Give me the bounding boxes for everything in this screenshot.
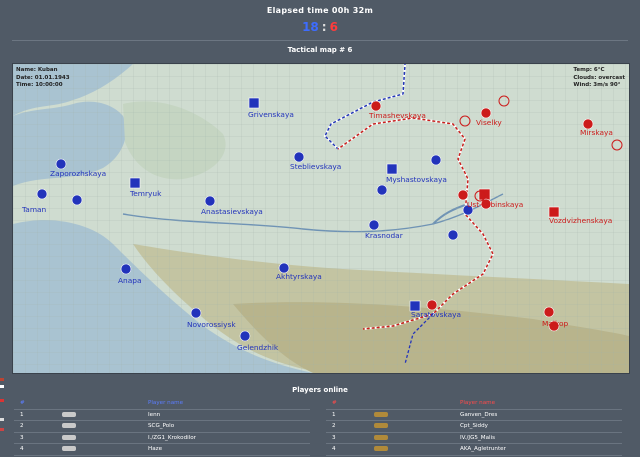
map-time: Time: 10:00:00: [16, 82, 63, 88]
table-row[interactable]: 3 IV./JG5_Malis: [326, 433, 622, 444]
table-header: # Player name: [326, 398, 622, 410]
flag-icon: [0, 418, 4, 421]
town-label[interactable]: Gelendzhik: [237, 343, 278, 352]
town-label[interactable]: Maikop: [542, 319, 568, 328]
score-separator: :: [321, 20, 327, 34]
town-label[interactable]: Taman: [22, 205, 46, 214]
map-info-left: Name: Kuban Date: 01.01.1943 Time: 10:00…: [16, 67, 70, 90]
divider: [12, 40, 628, 41]
blue-players-table: # Player name 1 Ienn 2 SCG_Polo 3 I./ZG1…: [14, 398, 310, 456]
red-players-table: # Player name 1 Ganven_Dres 2 Cpt_Siddy …: [326, 398, 622, 456]
rank-badge-icon: [374, 411, 388, 417]
rank-badge-icon: [374, 434, 388, 440]
town-label[interactable]: Steblievskaya: [290, 162, 341, 171]
town-label[interactable]: Anastasievskaya: [201, 207, 263, 216]
town-label[interactable]: Mirskaya: [580, 128, 613, 137]
table-row[interactable]: 1 Ienn: [14, 410, 310, 421]
score-red: 6: [329, 20, 338, 34]
table-row[interactable]: 2 SCG_Polo: [14, 421, 310, 433]
rank-badge-icon: [62, 446, 76, 452]
town-label[interactable]: Saratovskaya: [411, 310, 461, 319]
town-label[interactable]: Myshastovskaya: [386, 175, 447, 184]
town-label[interactable]: Ust-Labinskaya: [467, 200, 523, 209]
players-online-title: Players online: [292, 386, 348, 394]
town-label[interactable]: Novorossiysk: [187, 320, 236, 329]
town-label[interactable]: Grivenskaya: [248, 110, 294, 119]
table-row[interactable]: 1 Ganven_Dres: [326, 410, 622, 421]
tactical-map[interactable]: Name: Kuban Date: 01.01.1943 Time: 10:00…: [12, 63, 630, 374]
rank-badge-icon: [62, 434, 76, 440]
flag-icon: [0, 399, 4, 402]
town-label[interactable]: Anapa: [118, 276, 142, 285]
map-name: Name: Kuban: [16, 67, 58, 73]
map-wind: Wind: 3m/s 90°: [573, 82, 621, 88]
table-row[interactable]: 4 AKA_Agletrunter: [326, 444, 622, 456]
score: 18:6: [0, 20, 640, 34]
rank-badge-icon: [374, 423, 388, 429]
table-header: # Player name: [14, 398, 310, 410]
rank-badge-icon: [374, 446, 388, 452]
town-label[interactable]: Akhtyrskaya: [276, 272, 322, 281]
map-temp: Temp: 6°C: [573, 67, 605, 73]
elapsed-time: Elapsed time 00h 32m: [266, 6, 374, 15]
town-label[interactable]: Viselky: [476, 118, 502, 127]
rank-badge-icon: [62, 411, 76, 417]
town-label[interactable]: Krasnodar: [365, 231, 403, 240]
map-title: Tactical map # 6: [287, 46, 353, 54]
table-row[interactable]: 4 Haze: [14, 444, 310, 456]
town-label[interactable]: Temryuk: [130, 189, 161, 198]
rank-badge-icon: [62, 423, 76, 429]
town-label[interactable]: Vozdvizhenskaya: [549, 216, 612, 225]
flag-icon: [0, 428, 4, 431]
table-row[interactable]: 2 Cpt_Siddy: [326, 421, 622, 433]
map-terrain: [13, 64, 629, 373]
town-label[interactable]: Timashevskaya: [369, 111, 426, 120]
map-date: Date: 01.01.1943: [16, 74, 70, 81]
score-blue: 18: [302, 20, 319, 34]
flag-icon: [0, 378, 4, 381]
table-row[interactable]: 3 I./ZG1_Krokodilor: [14, 433, 310, 444]
map-info-right: Temp: 6°C Clouds: overcast Wind: 3m/s 90…: [573, 67, 625, 90]
town-label[interactable]: Zaporozhskaya: [50, 169, 106, 178]
map-clouds: Clouds: overcast: [573, 74, 625, 81]
